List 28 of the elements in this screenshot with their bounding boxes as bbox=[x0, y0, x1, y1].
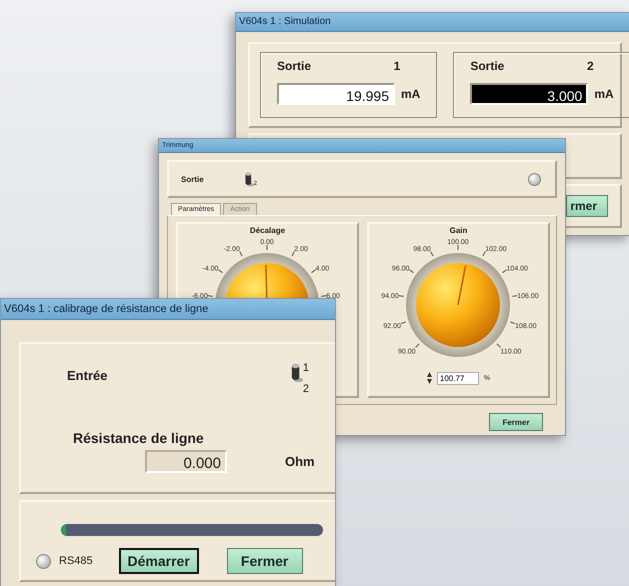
start-button[interactable]: Démarrer bbox=[118, 548, 199, 574]
spinner-icon[interactable] bbox=[426, 371, 432, 385]
toggle-switch-icon[interactable] bbox=[244, 171, 254, 187]
output-field[interactable]: 19.995 bbox=[277, 83, 395, 105]
gain-field[interactable]: 100.77 bbox=[436, 372, 479, 384]
input-label: Entrée bbox=[67, 368, 108, 383]
toggle-switch-icon[interactable] bbox=[290, 362, 303, 383]
indicator-label: RS485 bbox=[59, 555, 93, 567]
window-title: V604s 1 : calibrage de résistance de ligne bbox=[1, 299, 335, 320]
switch-label: 2 bbox=[302, 382, 309, 395]
dial-title: Décalage bbox=[250, 226, 286, 235]
window-title: V604s 1 : Simulation bbox=[236, 13, 629, 32]
unit-label: mA bbox=[401, 87, 420, 101]
resistance-field[interactable]: 0.000 bbox=[145, 450, 227, 473]
switch-label: 1 bbox=[302, 362, 309, 376]
output-label: Sortie bbox=[470, 59, 504, 73]
dial-title: Gain bbox=[450, 226, 468, 235]
output-number: 2 bbox=[587, 59, 594, 73]
unit-label: mA bbox=[594, 87, 614, 101]
close-button[interactable]: Fermer bbox=[489, 413, 543, 431]
output-field[interactable]: 3.000 bbox=[470, 83, 588, 105]
close-button[interactable]: Fermer bbox=[226, 548, 303, 574]
output-label: Sortie bbox=[181, 174, 204, 184]
close-button[interactable]: rmer bbox=[566, 195, 608, 217]
unit-label: Ohm bbox=[285, 454, 315, 469]
output-number: 1 bbox=[394, 59, 400, 73]
output-label: Sortie bbox=[277, 59, 312, 73]
resistance-label: Résistance de ligne bbox=[73, 430, 205, 446]
